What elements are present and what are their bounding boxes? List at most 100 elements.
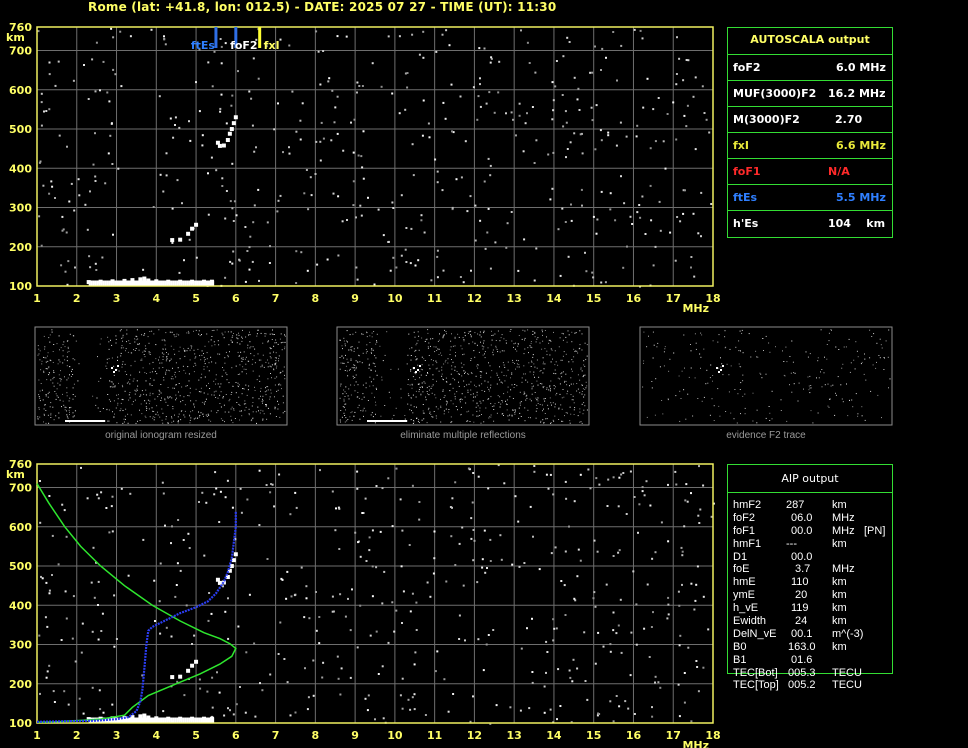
noise-dot xyxy=(110,381,112,383)
noise-dot xyxy=(780,399,782,401)
noise-dot xyxy=(52,690,55,693)
noise-dot xyxy=(518,565,521,568)
noise-dot xyxy=(177,422,179,424)
noise-dot xyxy=(843,346,845,348)
echo-point xyxy=(128,280,131,286)
noise-dot xyxy=(571,331,573,333)
noise-dot xyxy=(546,418,548,420)
noise-dot xyxy=(360,214,363,217)
noise-dot xyxy=(400,254,403,257)
noise-dot xyxy=(521,381,523,383)
noise-dot xyxy=(145,380,147,382)
noise-dot xyxy=(401,707,404,710)
noise-dot xyxy=(448,411,450,413)
noise-dot xyxy=(206,366,208,368)
noise-dot xyxy=(238,384,240,386)
noise-dot xyxy=(649,184,652,187)
aip-cell: 00.0 xyxy=(791,524,813,537)
noise-dot xyxy=(414,651,417,654)
noise-dot xyxy=(46,368,48,370)
noise-dot xyxy=(204,363,206,365)
noise-dot xyxy=(359,604,362,607)
noise-dot xyxy=(113,594,116,597)
noise-dot xyxy=(228,344,230,346)
noise-dot xyxy=(204,360,205,362)
noise-dot xyxy=(410,370,412,372)
noise-dot xyxy=(365,387,367,389)
noise-dot xyxy=(432,374,434,376)
noise-dot xyxy=(586,409,588,411)
noise-dot xyxy=(151,407,153,409)
noise-dot xyxy=(336,95,339,98)
noise-dot xyxy=(171,376,173,377)
noise-dot xyxy=(352,375,354,377)
noise-dot xyxy=(869,357,871,359)
noise-dot xyxy=(432,416,434,418)
noise-dot xyxy=(201,144,204,147)
noise-dot xyxy=(739,366,741,368)
noise-dot xyxy=(225,122,228,125)
noise-dot xyxy=(256,422,257,424)
noise-dot xyxy=(247,389,249,391)
noise-dot xyxy=(518,417,520,419)
noise-dot xyxy=(705,383,707,385)
echo-point xyxy=(104,280,107,286)
noise-dot xyxy=(135,348,137,349)
noise-dot xyxy=(443,678,446,681)
noise-dot xyxy=(271,377,272,379)
noise-dot xyxy=(319,469,321,472)
noise-dot xyxy=(389,269,392,272)
noise-dot xyxy=(144,372,146,374)
noise-dot xyxy=(505,400,506,402)
noise-dot xyxy=(686,104,689,107)
noise-dot xyxy=(363,407,365,409)
noise-dot xyxy=(39,397,41,399)
noise-dot xyxy=(342,406,344,407)
echo-point xyxy=(96,280,99,286)
noise-dot xyxy=(532,356,534,358)
noise-dot xyxy=(343,337,345,339)
noise-dot xyxy=(474,332,476,334)
noise-dot xyxy=(187,395,189,396)
echo-point xyxy=(419,365,421,367)
noise-dot xyxy=(248,408,250,410)
noise-dot xyxy=(513,387,515,388)
noise-dot xyxy=(742,395,744,397)
noise-dot xyxy=(105,507,108,509)
x-tick-label: 5 xyxy=(192,729,200,742)
noise-dot xyxy=(712,340,714,342)
noise-dot xyxy=(562,420,564,422)
noise-dot xyxy=(165,332,167,334)
noise-dot xyxy=(516,366,518,368)
noise-dot xyxy=(165,360,167,362)
noise-dot xyxy=(530,366,532,367)
noise-dot xyxy=(433,411,435,412)
noise-dot xyxy=(730,412,732,414)
noise-dot xyxy=(339,693,342,696)
noise-dot xyxy=(48,495,51,497)
noise-dot xyxy=(717,341,719,343)
aip-cell: 01.6 xyxy=(791,653,813,666)
noise-dot xyxy=(294,711,297,714)
noise-dot xyxy=(194,357,196,359)
noise-dot xyxy=(476,391,478,393)
noise-dot xyxy=(706,369,708,371)
noise-dot xyxy=(417,331,419,333)
noise-dot xyxy=(738,363,740,365)
echo-point xyxy=(146,717,149,723)
noise-dot xyxy=(194,353,196,355)
noise-dot xyxy=(48,337,50,339)
noise-dot xyxy=(375,413,376,415)
noise-dot xyxy=(415,349,417,351)
noise-dot xyxy=(445,377,447,379)
noise-dot xyxy=(565,156,567,159)
noise-dot xyxy=(427,122,430,125)
noise-dot xyxy=(407,698,410,701)
noise-dot xyxy=(445,381,447,383)
noise-dot xyxy=(482,400,484,402)
noise-dot xyxy=(180,401,182,403)
noise-dot xyxy=(636,211,639,214)
noise-dot xyxy=(364,697,367,700)
noise-dot xyxy=(487,381,489,383)
noise-dot xyxy=(222,397,224,399)
